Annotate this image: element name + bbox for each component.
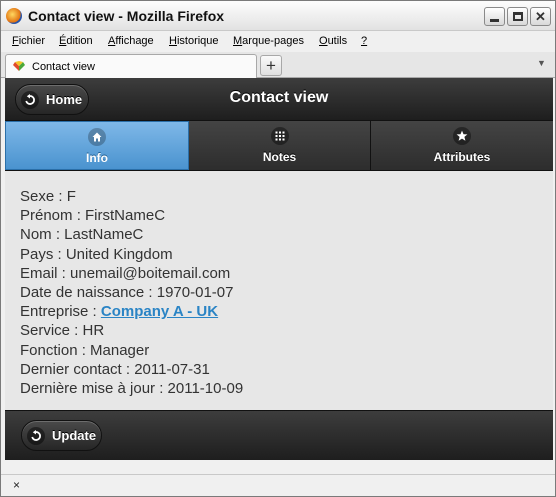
entreprise-label: Entreprise : xyxy=(20,303,101,321)
refresh-icon xyxy=(27,426,45,445)
menu-historique[interactable]: Historique xyxy=(169,35,219,47)
field-pays: Pays : United Kingdom xyxy=(20,245,173,263)
field-dernier-contact: Dernier contact : 2011-07-31 xyxy=(20,360,210,378)
minimize-icon xyxy=(490,18,499,22)
close-findbar-icon[interactable]: × xyxy=(13,478,20,492)
close-icon: ✕ xyxy=(535,9,546,24)
field-entreprise: Entreprise : Company A - UK xyxy=(20,302,243,321)
navbar: Info Notes Attributes xyxy=(5,121,553,171)
minimize-button[interactable] xyxy=(484,7,505,26)
field-date-naissance: Date de naissance : 1970-01-07 xyxy=(20,284,234,302)
update-button[interactable]: Update xyxy=(21,420,102,451)
browser-tab[interactable]: Contact view xyxy=(5,54,257,78)
page-header: Home Contact view xyxy=(5,78,553,121)
menu-outils[interactable]: Outils xyxy=(319,35,347,47)
tab-info[interactable]: Info xyxy=(5,121,189,170)
menu-help[interactable]: ? xyxy=(361,35,367,47)
close-button[interactable]: ✕ xyxy=(530,7,551,26)
star-icon xyxy=(453,127,471,145)
tab-title: Contact view xyxy=(32,61,95,73)
browser-window: Contact view - Mozilla Firefox ✕ Fichier… xyxy=(0,0,556,497)
field-derniere-maj: Dernière mise à jour : 2011-10-09 xyxy=(20,380,244,398)
field-nom: Nom : LastNameC xyxy=(20,226,144,244)
menu-fichier[interactable]: Fichier xyxy=(12,35,45,47)
title-bar: Contact view - Mozilla Firefox ✕ xyxy=(1,1,555,31)
tab-notes-label: Notes xyxy=(262,150,297,164)
field-prenom: Prénom : FirstNameC xyxy=(20,207,166,225)
update-button-label: Update xyxy=(52,428,97,443)
field-fonction: Fonction : Manager xyxy=(20,341,150,359)
field-sexe: Sexe : F xyxy=(20,188,76,205)
menu-bar: Fichier Édition Affichage Historique Mar… xyxy=(1,32,555,52)
favicon-icon xyxy=(13,61,25,71)
status-bar: × xyxy=(1,474,555,496)
menu-edition[interactable]: Édition xyxy=(59,35,93,47)
contact-details: Sexe : F Prénom : FirstNameC Nom : LastN… xyxy=(20,187,243,398)
maximize-button[interactable] xyxy=(507,7,528,26)
maximize-icon xyxy=(512,12,523,21)
page-footer: Update xyxy=(5,410,553,460)
page-title: Contact view xyxy=(229,89,329,106)
menu-marque-pages[interactable]: Marque-pages xyxy=(233,35,304,47)
tab-notes[interactable]: Notes xyxy=(189,121,371,170)
field-email: Email : unemail@boitemail.com xyxy=(20,264,231,282)
tab-attributes-label: Attributes xyxy=(433,150,491,164)
tab-info-label: Info xyxy=(86,151,108,165)
home-icon xyxy=(88,128,106,146)
window-title: Contact view - Mozilla Firefox xyxy=(28,8,225,24)
page-content: Home Contact view Info Notes Attributes … xyxy=(5,78,553,460)
grid-icon xyxy=(270,127,289,145)
new-tab-button[interactable]: + xyxy=(260,55,282,76)
company-link[interactable]: Company A - UK xyxy=(101,303,218,320)
menu-affichage[interactable]: Affichage xyxy=(108,35,154,47)
tab-attributes[interactable]: Attributes xyxy=(371,121,553,170)
tab-bar: Contact view + ▼ xyxy=(1,52,555,78)
firefox-icon xyxy=(6,8,22,24)
field-service: Service : HR xyxy=(20,322,105,340)
tab-list-icon[interactable]: ▼ xyxy=(537,58,546,68)
